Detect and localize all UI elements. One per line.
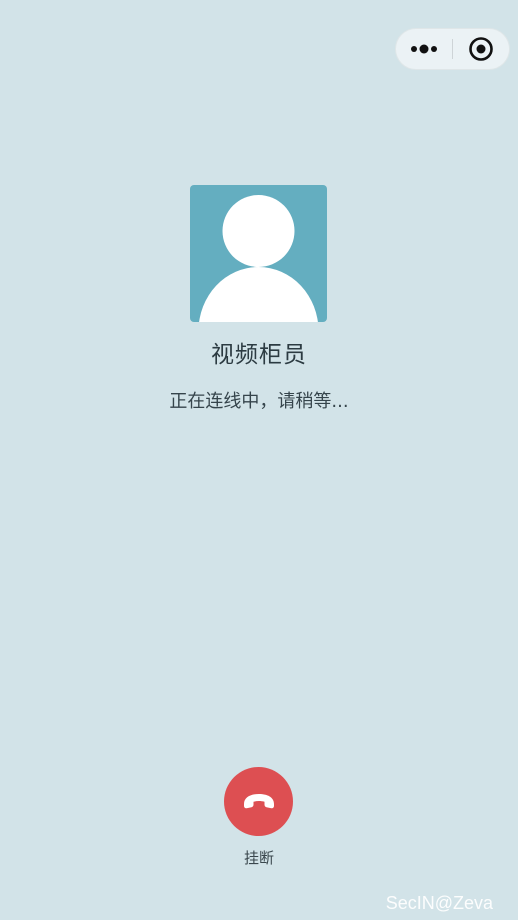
close-mini-program-button[interactable]	[453, 29, 509, 69]
more-dots-icon	[411, 44, 437, 54]
connection-status: 正在连线中，请稍等...	[169, 391, 349, 412]
user-avatar-icon	[199, 195, 318, 322]
mini-program-capsule	[395, 28, 510, 70]
target-close-icon	[469, 37, 493, 61]
caller-avatar	[190, 185, 327, 322]
watermark: SecIN@Zeva	[385, 893, 493, 913]
more-menu-button[interactable]	[396, 29, 452, 69]
phone-hangup-icon	[243, 793, 274, 808]
hangup-button[interactable]	[224, 767, 293, 836]
caller-name: 视频柜员	[211, 342, 307, 368]
hangup-label: 挂断	[243, 849, 274, 867]
